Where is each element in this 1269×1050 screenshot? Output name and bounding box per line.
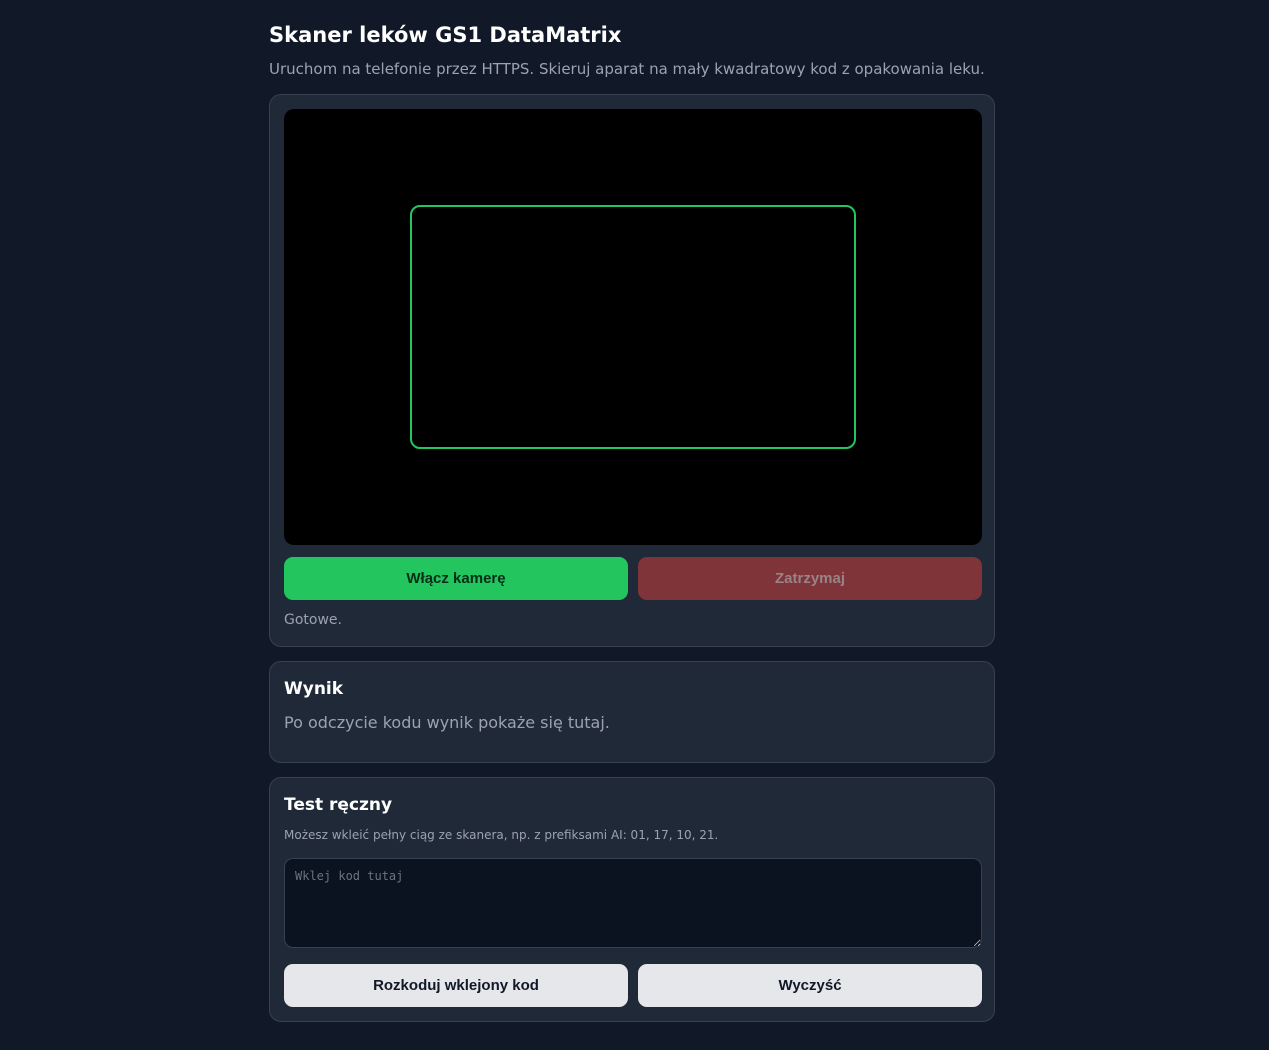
result-text: Po odczycie kodu wynik pokaże się tutaj. — [284, 713, 610, 732]
scan-target-frame — [410, 205, 856, 449]
page-subtitle: Uruchom na telefonie przez HTTPS. Skieru… — [269, 60, 985, 78]
decode-pasted-code-button[interactable]: Rozkoduj wklejony kod — [284, 964, 628, 1007]
result-heading: Wynik — [284, 679, 344, 699]
page-title: Skaner leków GS1 DataMatrix — [269, 23, 622, 47]
stop-button[interactable]: Zatrzymaj — [638, 557, 982, 600]
manual-test-card: Test ręczny Możesz wkleić pełny ciąg ze … — [269, 777, 995, 1022]
clear-button[interactable]: Wyczyść — [638, 964, 982, 1007]
manual-test-heading: Test ręczny — [284, 795, 393, 815]
manual-test-hint: Możesz wkleić pełny ciąg ze skanera, np.… — [284, 828, 719, 842]
start-camera-button[interactable]: Włącz kamerę — [284, 557, 628, 600]
camera-preview — [284, 109, 982, 545]
scanner-card: Włącz kamerę Zatrzymaj Gotowe. — [269, 94, 995, 647]
result-card: Wynik Po odczycie kodu wynik pokaże się … — [269, 661, 995, 763]
code-input[interactable] — [284, 858, 982, 948]
scanner-status: Gotowe. — [284, 612, 342, 628]
